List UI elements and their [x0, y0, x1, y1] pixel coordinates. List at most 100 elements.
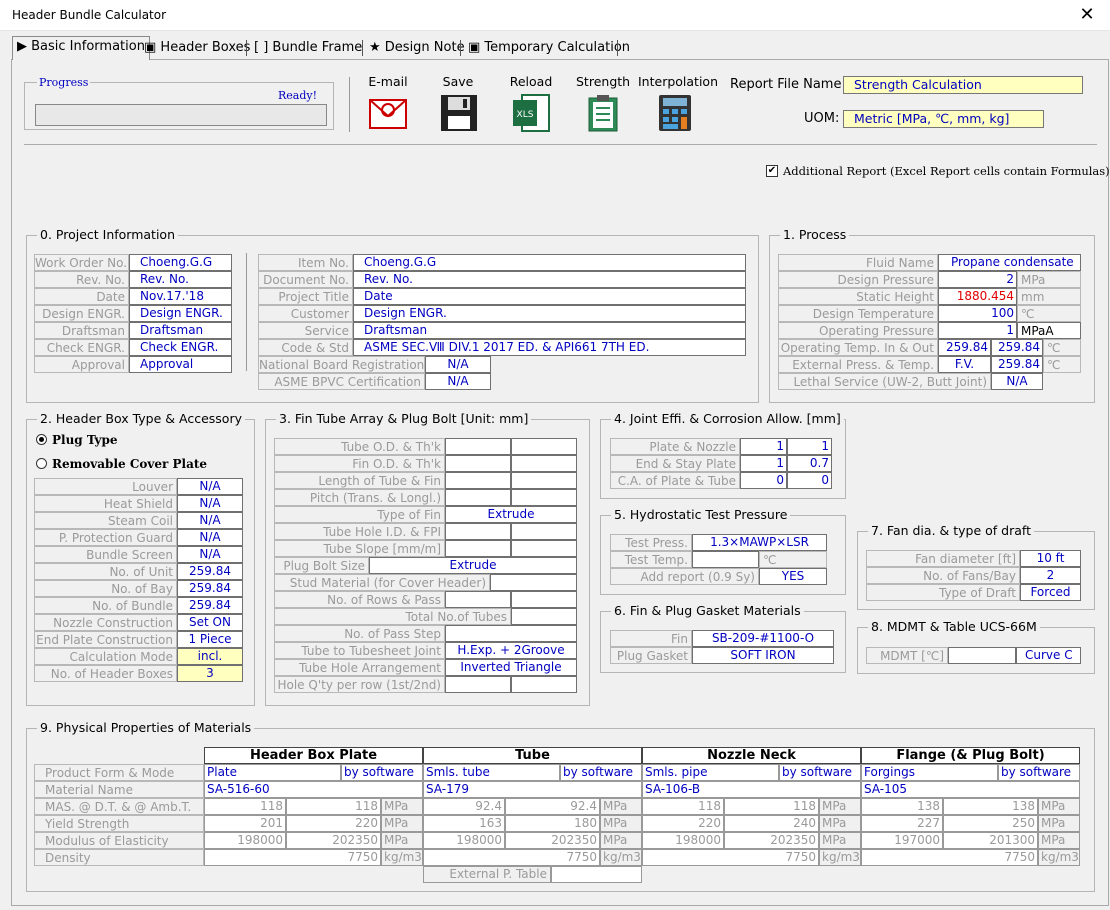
field-input[interactable] — [511, 540, 577, 557]
field-input[interactable]: Rev. No. — [353, 271, 746, 288]
field-input[interactable] — [445, 591, 511, 608]
field-input[interactable]: 259.84 — [177, 563, 243, 580]
field-input[interactable]: 2 — [938, 271, 1017, 288]
field-input[interactable]: 0 — [787, 472, 832, 489]
field-input[interactable]: Design ENGR. — [129, 305, 232, 322]
field-input[interactable]: Set ON — [177, 614, 243, 631]
test-pressure-input[interactable]: 1.3×MAWP×LSR — [692, 534, 827, 551]
field-input[interactable]: 259.84 — [177, 597, 243, 614]
field-input[interactable] — [445, 625, 577, 642]
product-mode[interactable]: by software — [779, 764, 861, 781]
product-form[interactable]: Forgings — [861, 764, 998, 781]
field-input[interactable]: N/A — [425, 373, 491, 390]
field-input[interactable]: 259.84 — [991, 356, 1043, 373]
field-input[interactable]: Choeng.G.G — [353, 254, 746, 271]
field-input[interactable] — [511, 591, 577, 608]
tube-arrangement-input[interactable]: Inverted Triangle — [445, 659, 577, 676]
field-input[interactable]: Draftsman — [129, 322, 232, 339]
field-input[interactable]: N/A — [425, 356, 491, 373]
field-input[interactable]: 100 — [938, 305, 1017, 322]
field-input[interactable]: incl. — [177, 648, 243, 665]
field-input[interactable] — [511, 676, 577, 693]
field-input[interactable]: Date — [353, 288, 746, 305]
field-input[interactable]: Check ENGR. — [129, 339, 232, 356]
field-input[interactable] — [445, 455, 511, 472]
reload-button[interactable]: Reload XLS — [506, 74, 556, 134]
field-input[interactable]: SB-209-#1100-O — [692, 630, 834, 647]
field-input[interactable]: 0.7 — [787, 455, 832, 472]
stud-material-input[interactable] — [490, 574, 577, 591]
field-input[interactable] — [511, 438, 577, 455]
field-input[interactable]: N/A — [177, 495, 243, 512]
field-input[interactable]: Approval — [129, 356, 232, 373]
report-file-input[interactable]: Strength Calculation — [843, 76, 1083, 94]
field-input[interactable]: Design ENGR. — [353, 305, 746, 322]
fluid-name-input[interactable]: Propane condensate — [938, 254, 1081, 271]
removable-cover-radio[interactable] — [36, 458, 47, 469]
field-input[interactable]: Choeng.G.G — [129, 254, 232, 271]
material-name[interactable]: SA-179 — [423, 781, 642, 798]
external-p-table-input[interactable] — [551, 866, 642, 883]
email-button[interactable]: E-mail — [362, 74, 414, 134]
add-report-input[interactable]: YES — [759, 568, 827, 585]
tab-temporary-calculation[interactable]: ▣ Temporary Calculation — [468, 38, 630, 58]
field-input[interactable]: 0 — [740, 472, 787, 489]
interpolation-button[interactable]: Interpolation — [638, 74, 718, 134]
tab-bundle-frame[interactable]: [ ] Bundle Frame — [254, 38, 362, 58]
field-input[interactable]: N/A — [177, 512, 243, 529]
field-input[interactable]: 1 Piece — [177, 631, 243, 648]
field-input[interactable]: 1 — [740, 455, 787, 472]
field-input[interactable] — [511, 472, 577, 489]
tab-design-note[interactable]: ★ Design Note — [369, 38, 465, 58]
test-temp-input[interactable] — [692, 551, 759, 568]
field-input[interactable]: 259.84 — [177, 580, 243, 597]
field-input[interactable]: N/A — [177, 478, 243, 495]
material-name[interactable]: SA-106-B — [642, 781, 861, 798]
product-mode[interactable]: by software — [998, 764, 1080, 781]
field-input[interactable] — [511, 523, 577, 540]
plug-type-radio[interactable] — [36, 434, 47, 445]
field-input[interactable]: 1 — [740, 438, 787, 455]
strength-button[interactable]: Strength — [576, 74, 630, 134]
tab-basic-information[interactable]: ▶ Basic Information — [12, 36, 150, 60]
mdmt-input[interactable] — [948, 647, 1016, 664]
field-input[interactable]: SOFT IRON — [692, 647, 834, 664]
type-of-fin-input[interactable]: Extrude — [445, 506, 577, 523]
field-input[interactable]: 10 ft — [1020, 550, 1081, 567]
field-input[interactable] — [511, 489, 577, 506]
additional-report-checkbox[interactable]: ✔ — [766, 165, 778, 177]
product-mode[interactable]: by software — [560, 764, 642, 781]
field-input[interactable]: 3 — [177, 665, 243, 682]
field-input[interactable]: F.V. — [938, 356, 991, 373]
field-input[interactable] — [511, 455, 577, 472]
field-input[interactable] — [445, 438, 511, 455]
plug-bolt-input[interactable]: Extrude — [369, 557, 577, 574]
save-button[interactable]: Save — [436, 74, 480, 134]
tab-header-boxes[interactable]: ▣ Header Boxes — [144, 38, 250, 58]
field-input[interactable] — [445, 540, 511, 557]
product-form[interactable]: Smls. pipe — [642, 764, 779, 781]
field-input[interactable]: N/A — [177, 529, 243, 546]
field-input[interactable]: ASME SEC.Ⅷ DIV.1 2017 ED. & API661 7TH E… — [353, 339, 746, 356]
field-input[interactable]: 259.84 — [938, 339, 991, 356]
product-form[interactable]: Smls. tube — [423, 764, 560, 781]
field-input[interactable]: N/A — [177, 546, 243, 563]
material-name[interactable]: SA-516-60 — [204, 781, 423, 798]
field-input[interactable] — [445, 472, 511, 489]
field-input[interactable]: 259.84 — [991, 339, 1043, 356]
field-input[interactable]: 1 — [938, 322, 1017, 339]
mdmt-curve[interactable]: Curve C — [1016, 647, 1081, 664]
field-input[interactable]: Draftsman — [353, 322, 746, 339]
field-input[interactable]: 1880.454 — [938, 288, 1017, 305]
product-mode[interactable]: by software — [341, 764, 423, 781]
field-input[interactable]: N/A — [991, 373, 1043, 390]
field-input[interactable]: 1 — [787, 438, 832, 455]
field-input[interactable] — [445, 523, 511, 540]
material-name[interactable]: SA-105 — [861, 781, 1080, 798]
tube-joint-input[interactable]: H.Exp. + 2Groove — [445, 642, 577, 659]
field-input[interactable]: Forced — [1020, 584, 1081, 601]
product-form[interactable]: Plate — [204, 764, 341, 781]
uom-select[interactable]: Metric [MPa, ℃, mm, kg] — [843, 110, 1044, 128]
field-input[interactable]: Rev. No. — [129, 271, 232, 288]
field-input[interactable]: Nov.17.'18 — [129, 288, 232, 305]
